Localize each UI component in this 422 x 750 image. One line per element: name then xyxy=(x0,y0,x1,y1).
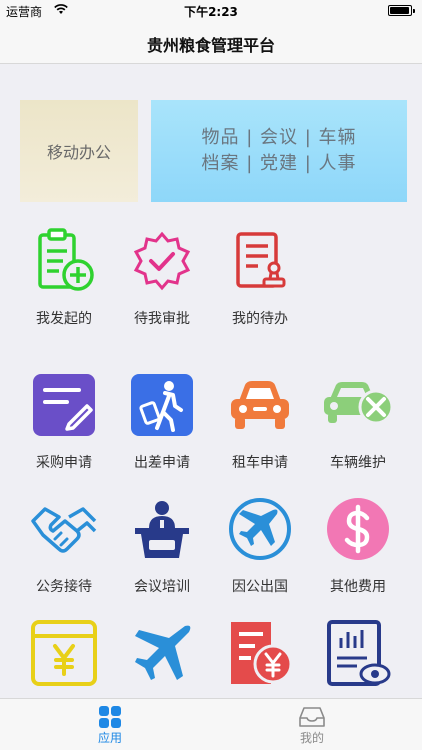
grid-item-business-trip[interactable]: 出差申请 xyxy=(122,366,202,476)
grid-item-label: 出差申请 xyxy=(134,455,190,471)
grid-item-my-todo[interactable]: 我的待办 xyxy=(220,222,300,332)
car-icon xyxy=(220,366,300,444)
tab-mine-label: 我的 xyxy=(299,731,324,745)
yuan-wallet-icon xyxy=(24,614,104,692)
battery-icon xyxy=(388,5,415,16)
navigation-bar: 贵州粮食管理平台 xyxy=(0,20,422,64)
tab-bar: 应用 我的 xyxy=(0,698,422,750)
tab-apps-label: 应用 xyxy=(97,731,122,745)
airplane-globe-icon xyxy=(220,490,300,568)
grid-item-going-abroad[interactable]: 因公出国 xyxy=(220,490,300,600)
tab-apps[interactable]: 应用 xyxy=(70,705,150,746)
grid-item-label: 我的待办 xyxy=(232,311,288,327)
grid-item-meeting-training[interactable]: 会议培训 xyxy=(122,490,202,600)
battery-level-fill xyxy=(390,7,409,14)
mobile-office-banner[interactable]: 移动办公 xyxy=(20,100,138,202)
purchase-note-icon xyxy=(24,366,104,444)
clipboard-add-icon xyxy=(24,222,104,300)
grid-item-other-expenses[interactable]: 其他费用 xyxy=(318,490,398,600)
grid-item-label: 会议培训 xyxy=(134,579,190,595)
modules-line-2: 档案 | 党建 | 人事 xyxy=(201,153,357,174)
modules-banner[interactable]: 物品 | 会议 | 车辆 档案 | 党建 | 人事 xyxy=(151,100,407,202)
podium-speaker-icon xyxy=(122,490,202,568)
grid-item-label: 采购申请 xyxy=(36,455,92,471)
status-bar: 运营商 下午2:23 xyxy=(0,0,422,20)
grid-item-car-rental[interactable]: 租车申请 xyxy=(220,366,300,476)
grid-item-label: 其他费用 xyxy=(330,579,386,595)
airplane-icon xyxy=(122,614,202,692)
grid-item-pending-approval[interactable]: 待我审批 xyxy=(122,222,202,332)
grid-item-label: 租车申请 xyxy=(232,455,288,471)
dollar-circle-icon xyxy=(318,490,398,568)
traveler-luggage-icon xyxy=(122,366,202,444)
grid-apps-icon xyxy=(70,705,150,729)
report-view-icon xyxy=(318,614,398,692)
handshake-icon xyxy=(24,490,104,568)
badge-check-icon xyxy=(122,222,202,300)
document-stamp-icon xyxy=(220,222,300,300)
grid-item-label: 因公出国 xyxy=(232,579,288,595)
grid-item-initiated[interactable]: 我发起的 xyxy=(24,222,104,332)
grid-item-reception[interactable]: 公务接待 xyxy=(24,490,104,600)
modules-line-1: 物品 | 会议 | 车辆 xyxy=(201,127,357,148)
inbox-tray-icon xyxy=(272,705,352,729)
status-time: 下午2:23 xyxy=(184,5,238,19)
grid-item-label: 公务接待 xyxy=(36,579,92,595)
grid-item-vehicle-maintenance[interactable]: 车辆维护 xyxy=(318,366,398,476)
grid-item-label: 车辆维护 xyxy=(330,455,386,471)
tab-mine[interactable]: 我的 xyxy=(272,705,352,746)
car-repair-icon xyxy=(318,366,398,444)
invoice-yuan-icon xyxy=(220,614,300,692)
mobile-office-label: 移动办公 xyxy=(46,143,111,162)
grid-item-label: 我发起的 xyxy=(36,311,92,327)
grid-item-purchase[interactable]: 采购申请 xyxy=(24,366,104,476)
page-title: 贵州粮食管理平台 xyxy=(146,36,275,55)
grid-item-label: 待我审批 xyxy=(134,311,190,327)
